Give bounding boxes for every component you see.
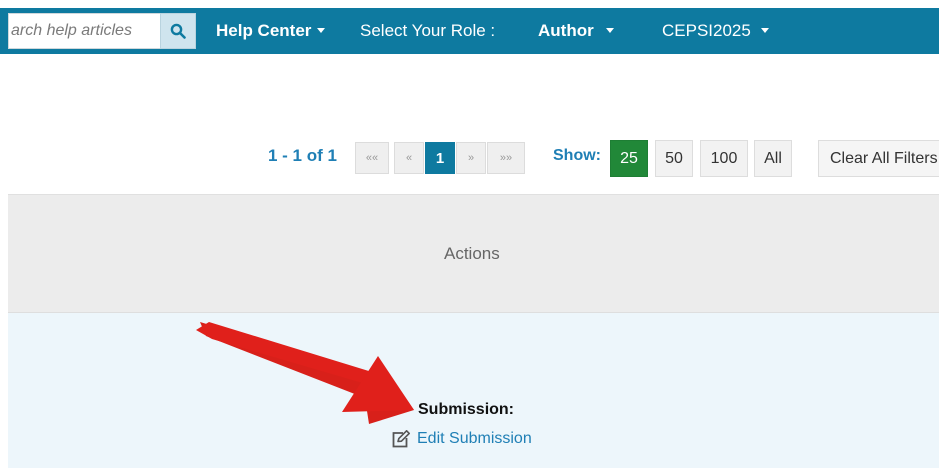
search-input[interactable] bbox=[8, 13, 160, 49]
top-navbar: Help Center Select Your Role : Author CE… bbox=[0, 8, 939, 54]
page-size-all-button[interactable]: All bbox=[754, 140, 792, 177]
conference-label: CEPSI2025 bbox=[662, 21, 751, 40]
page-size-25-button[interactable]: 25 bbox=[610, 140, 648, 177]
page-size-50-button[interactable]: 50 bbox=[655, 140, 693, 177]
help-center-label: Help Center bbox=[216, 21, 312, 40]
role-dropdown[interactable]: Author bbox=[538, 8, 614, 54]
first-page-button[interactable]: «« bbox=[355, 142, 389, 174]
submission-label: Submission: bbox=[418, 401, 515, 418]
pager-summary: 1 - 1 of 1 bbox=[268, 146, 337, 165]
next-page-button[interactable]: » bbox=[456, 142, 486, 174]
show-label: Show: bbox=[553, 147, 601, 164]
clear-all-filters-button[interactable]: Clear All Filters bbox=[818, 140, 939, 177]
table-header: Actions bbox=[8, 194, 939, 313]
conference-dropdown[interactable]: CEPSI2025 bbox=[662, 8, 769, 54]
prev-page-button[interactable]: « bbox=[394, 142, 424, 174]
role-prompt-label: Select Your Role : bbox=[360, 21, 496, 40]
edit-submission-label: Edit Submission bbox=[417, 430, 532, 447]
role-prompt: Select Your Role : bbox=[360, 8, 495, 54]
role-value: Author bbox=[538, 21, 594, 40]
edit-submission-link[interactable]: Edit Submission bbox=[391, 430, 532, 448]
edit-icon bbox=[392, 430, 410, 448]
help-center-menu[interactable]: Help Center bbox=[216, 8, 326, 54]
caret-down-icon bbox=[317, 28, 326, 34]
caret-down-icon bbox=[760, 28, 769, 34]
page-size-100-button[interactable]: 100 bbox=[700, 140, 748, 177]
last-page-button[interactable]: »» bbox=[487, 142, 525, 174]
actions-column-header: Actions bbox=[444, 244, 500, 263]
caret-down-icon bbox=[605, 28, 614, 34]
search-button[interactable] bbox=[160, 13, 196, 49]
page: Help Center Select Your Role : Author CE… bbox=[0, 0, 939, 468]
current-page-button[interactable]: 1 bbox=[425, 142, 455, 174]
search-icon bbox=[170, 23, 186, 39]
